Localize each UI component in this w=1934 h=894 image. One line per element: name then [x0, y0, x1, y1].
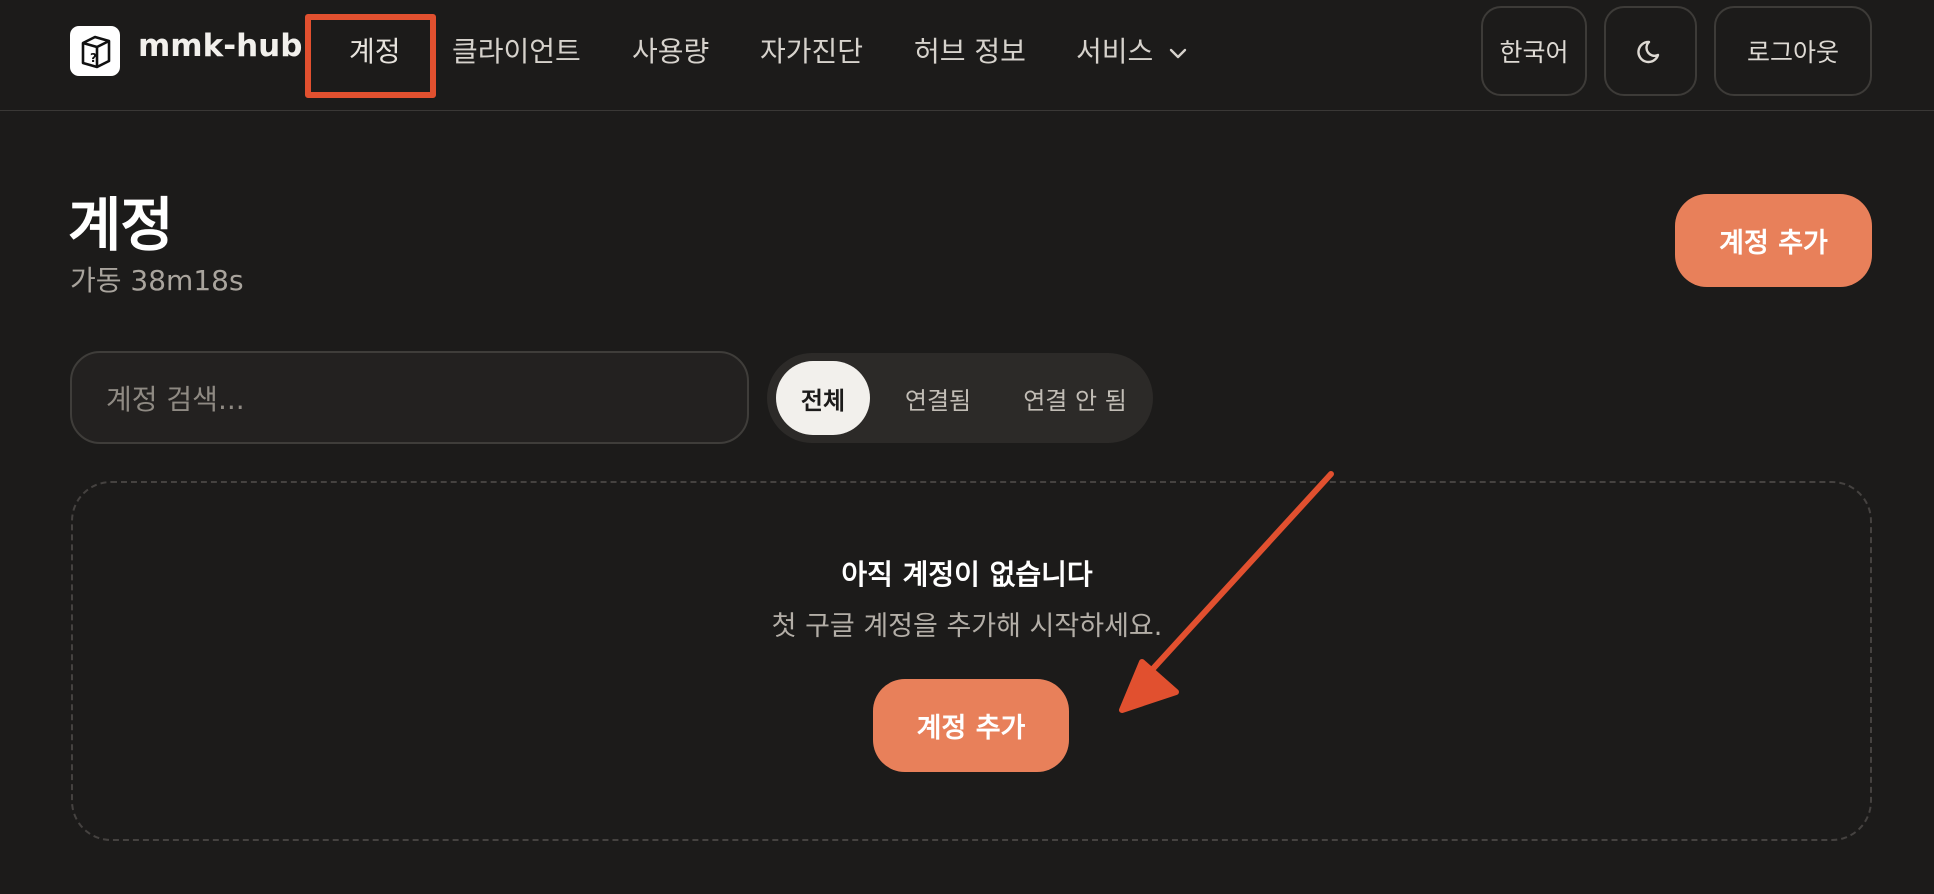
annotation-arrow	[1119, 471, 1334, 713]
